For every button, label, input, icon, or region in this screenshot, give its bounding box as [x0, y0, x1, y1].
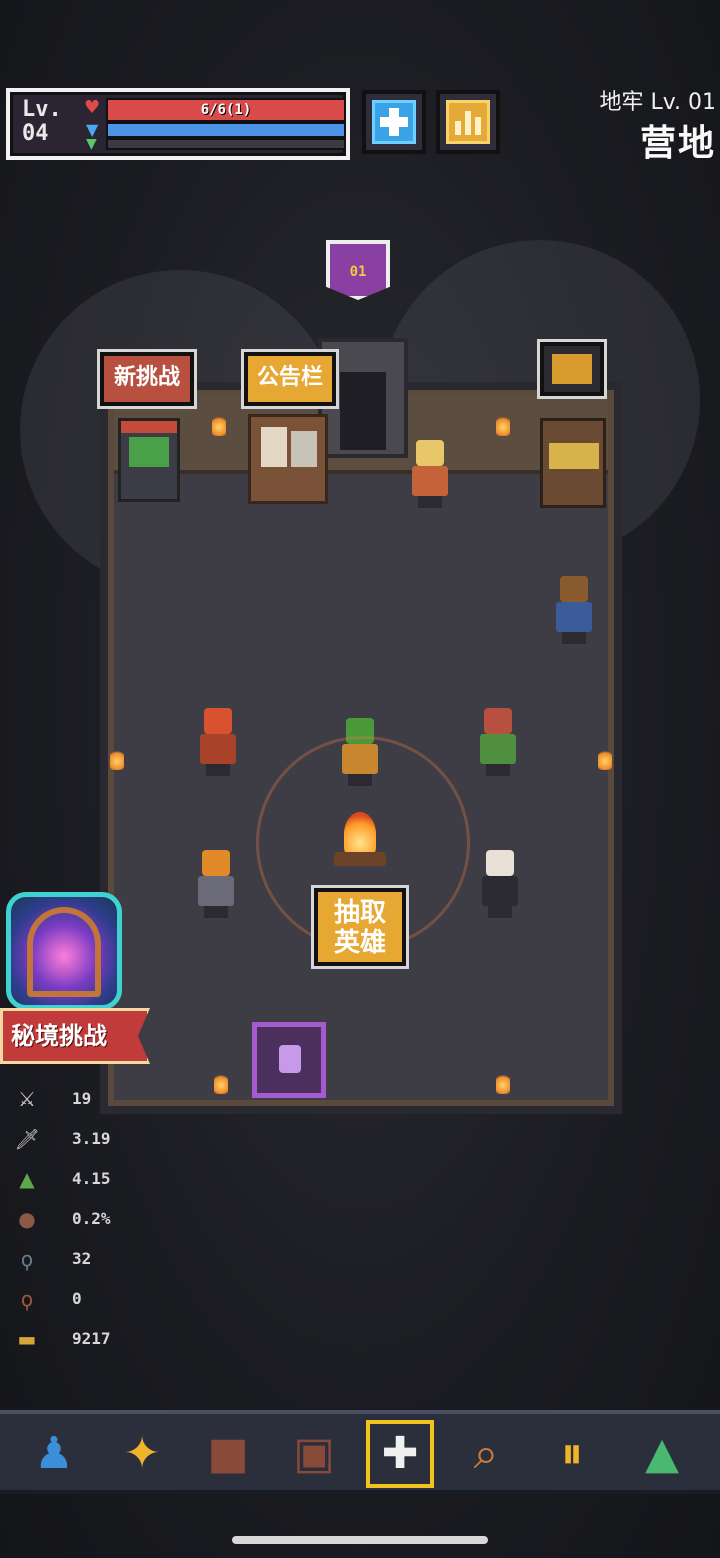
torch-icon — [598, 748, 612, 770]
shop-stall[interactable] — [540, 418, 606, 508]
bulletin-board-sign[interactable]: 公告栏 — [244, 352, 336, 406]
torch-icon — [496, 1072, 510, 1094]
locked-chest[interactable] — [252, 1022, 326, 1098]
hp-text: 6/6(1) — [200, 102, 252, 118]
plus-icon — [372, 100, 416, 144]
area-name: 营地 — [639, 123, 716, 164]
stat-row: ● 0.2% — [14, 1200, 194, 1240]
hero-fox[interactable] — [188, 708, 248, 778]
shop-sign[interactable] — [540, 342, 604, 396]
player-status-panel: Lv. 04 ♥ ▼ ▼ 6/6(1) — [6, 88, 350, 160]
stat-row: ▲ 4.15 — [14, 1160, 194, 1200]
level-value: 04 — [22, 121, 49, 146]
stat-value: 0.2% — [72, 1209, 111, 1228]
stat-value: 19 — [72, 1089, 92, 1108]
hp-bar: 6/6(1) — [106, 98, 346, 122]
torch-icon — [110, 748, 124, 770]
hero-dwarf[interactable] — [186, 850, 246, 920]
stats-button[interactable] — [436, 90, 500, 154]
dungeon-level: 地牢 Lv. 01 — [599, 90, 716, 115]
stat-value: 9217 — [72, 1329, 111, 1348]
new-challenge-sign[interactable]: 新挑战 — [100, 352, 194, 406]
pause-icon: ⏸ — [561, 1428, 583, 1479]
npc-blonde-hero[interactable] — [400, 440, 460, 510]
boot-icon: ▲ — [19, 1167, 35, 1191]
stat-value: 0 — [72, 1289, 82, 1308]
nav-heroes[interactable]: ♟ — [20, 1420, 88, 1488]
bag-icon: ▣ — [293, 1428, 335, 1479]
hero-stats-list: ⚔ 19 🗡 3.19 ▲ 4.15 ● 0.2% ϙ 32 ϙ 0 ▬ 921… — [14, 1080, 194, 1360]
stat-row: 🗡 3.19 — [14, 1120, 194, 1160]
heart-icon: ♥ — [84, 97, 101, 118]
hero-icon: ♟ — [34, 1428, 74, 1479]
secret-realm-label: 秘境挑战 — [11, 1022, 107, 1050]
portal-icon — [27, 907, 101, 997]
nav-tent[interactable]: ▲ — [628, 1420, 696, 1488]
shield-icon: ● — [18, 1207, 36, 1231]
coin-icon: ▬ — [17, 1327, 37, 1351]
floor-banner: 01 — [326, 240, 390, 300]
sword-icon: 🗡 — [14, 1127, 40, 1151]
tent-icon: ▲ — [645, 1428, 679, 1479]
lock-icon — [279, 1045, 301, 1073]
home-indicator[interactable] — [232, 1536, 488, 1544]
campfire — [330, 812, 390, 876]
hero-mushroom-girl[interactable] — [468, 708, 528, 778]
stat-row: ϙ 0 — [14, 1280, 194, 1320]
potion-red-icon: ϙ — [20, 1287, 34, 1311]
ticket-icon — [552, 354, 592, 384]
nav-bag[interactable]: ▣ — [280, 1420, 348, 1488]
stat-value: 3.19 — [72, 1129, 111, 1148]
xp-icon: ▼ — [86, 136, 97, 152]
stat-row: ϙ 32 — [14, 1240, 194, 1280]
torch-icon — [214, 1072, 228, 1094]
floor-banner-text: 01 — [349, 264, 367, 280]
secret-realm-button[interactable]: 秘境挑战 — [0, 1008, 150, 1064]
xp-bar — [106, 138, 346, 150]
potion-blue-icon: ϙ — [20, 1247, 34, 1271]
search-icon: ⌕ — [473, 1428, 499, 1479]
hero-nun[interactable] — [470, 850, 530, 920]
heal-button[interactable] — [362, 90, 426, 154]
nav-camp[interactable]: ✚ — [366, 1420, 434, 1488]
nav-skills[interactable]: ✦ — [108, 1420, 176, 1488]
bar-chart-icon — [446, 100, 490, 144]
nav-search[interactable]: ⌕ — [452, 1420, 520, 1488]
stat-value: 4.15 — [72, 1169, 111, 1188]
book-icon: ■ — [207, 1428, 249, 1479]
crossed-swords-icon: ⚔ — [18, 1087, 36, 1111]
stat-row: ⚔ 19 — [14, 1080, 194, 1120]
summon-hero-button[interactable]: 抽取 英雄 — [314, 888, 406, 966]
arcade-machine[interactable] — [118, 418, 180, 502]
stat-value: 32 — [72, 1249, 92, 1268]
torch-icon — [212, 414, 226, 436]
bulletin-board[interactable] — [248, 414, 328, 504]
mp-bar — [106, 122, 346, 138]
npc-scarecrow[interactable] — [544, 576, 604, 646]
player-level: Lv. 04 — [22, 98, 80, 152]
bottom-nav: ♟ ✦ ■ ▣ ✚ ⌕ ⏸ ▲ — [0, 1410, 720, 1494]
level-label: Lv. — [22, 97, 62, 122]
stat-row: ▬ 9217 — [14, 1320, 194, 1360]
nav-pause[interactable]: ⏸ — [538, 1420, 606, 1488]
skill-star-icon: ✦ — [123, 1428, 161, 1479]
camp-icon: ✚ — [381, 1428, 419, 1479]
torch-icon — [496, 414, 510, 436]
nav-book[interactable]: ■ — [194, 1420, 262, 1488]
secret-realm-portal[interactable] — [6, 892, 122, 1010]
